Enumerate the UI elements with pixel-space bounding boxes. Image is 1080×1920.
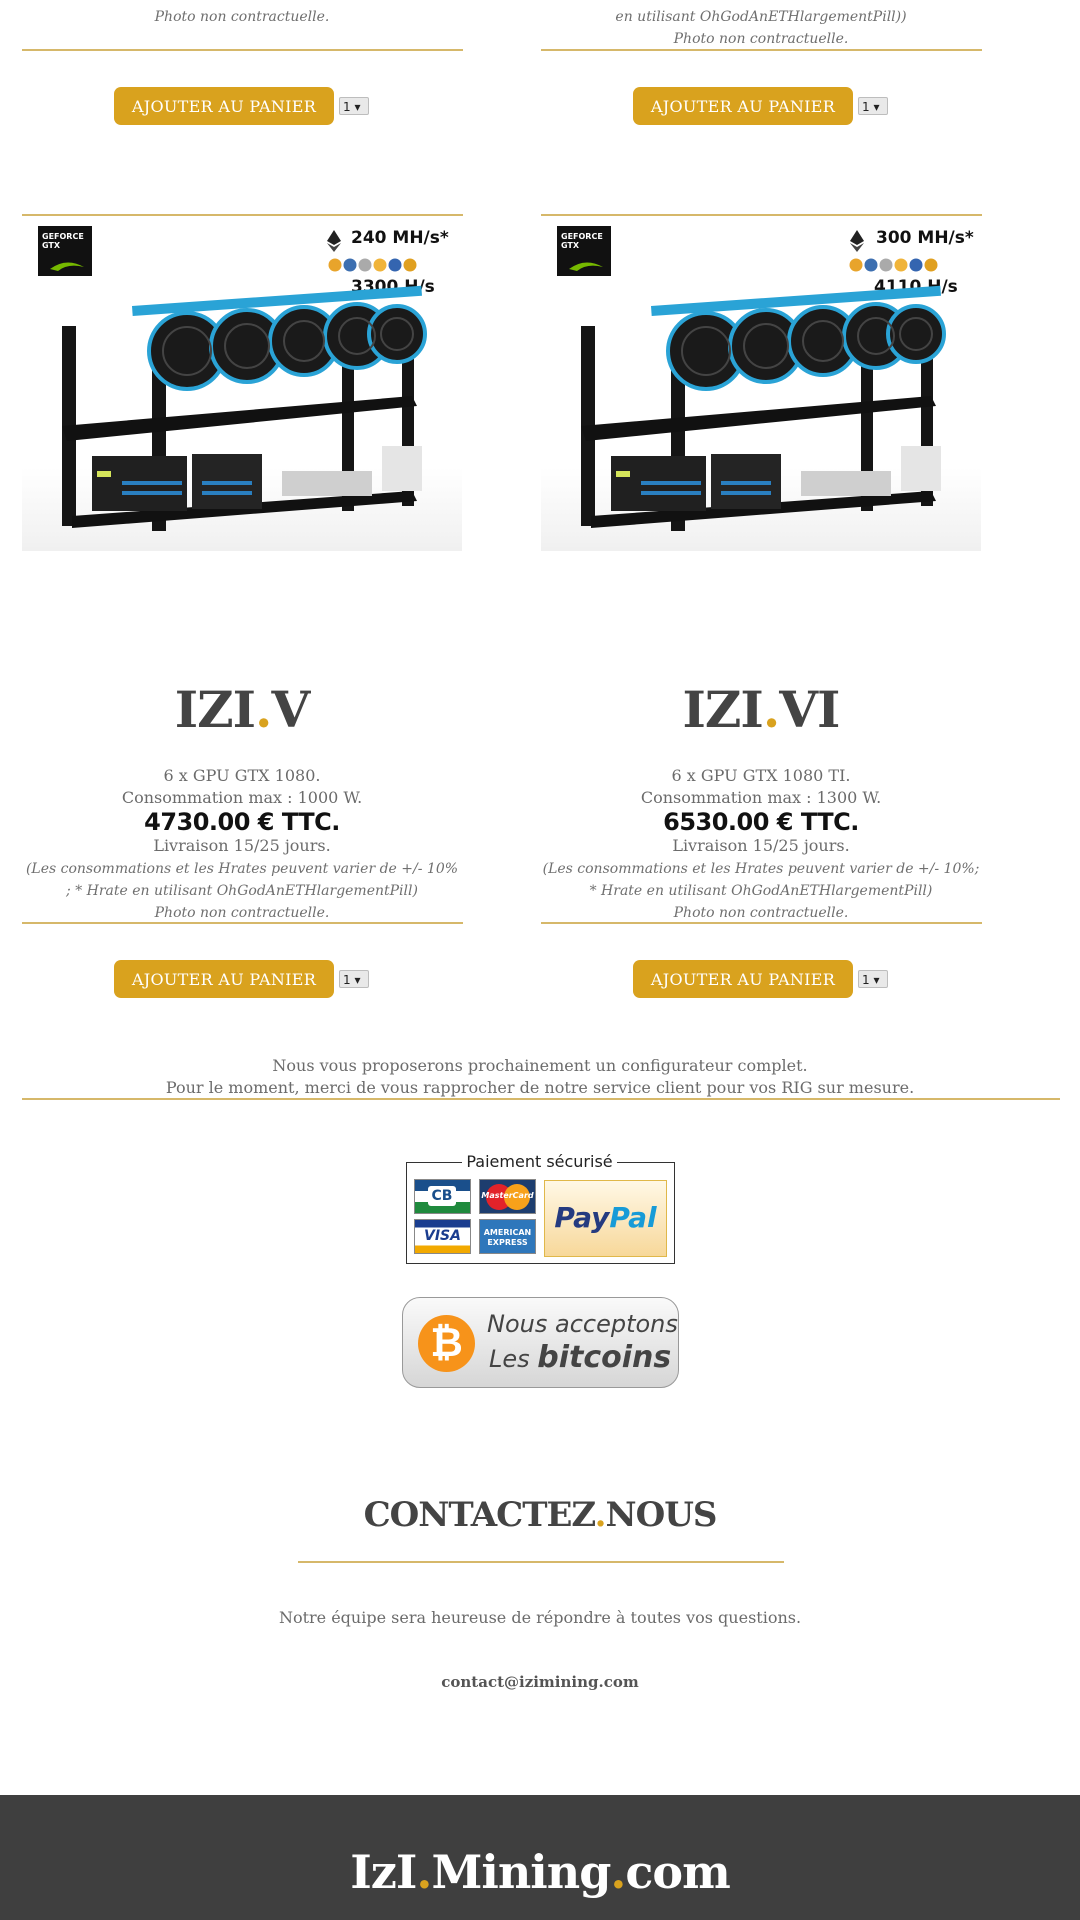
divider-contact — [298, 1561, 784, 1563]
divider-product-right — [541, 922, 982, 924]
product-photo-note: Photo non contractuelle. — [673, 905, 849, 921]
hashrate-eth: 240 MH/s* — [351, 228, 449, 248]
mining-rig-illustration — [581, 285, 946, 531]
quantity-select-prev-left[interactable]: 1 ▾ — [339, 97, 369, 115]
ethereum-icon — [850, 230, 864, 252]
configurator-line-2: Pour le moment, merci de vous rapprocher… — [165, 1078, 915, 1097]
footer: IzI.Mining.com — [0, 1795, 1080, 1920]
hashrate-eth: 300 MH/s* — [876, 228, 974, 248]
divider-top-right — [541, 49, 982, 51]
product-consumption: Consommation max : 1000 W. — [121, 788, 363, 807]
photo-note-top-left: Photo non contractuelle. — [154, 9, 330, 25]
bitcoin-line-1: Nous acceptons — [487, 1310, 678, 1338]
divider-product-left — [22, 922, 463, 924]
product-note: (Les consommations et les Hrates peuvent… — [542, 861, 980, 899]
ethereum-icon — [327, 230, 341, 252]
amex-icon: AMERICAN EXPRESS — [479, 1219, 536, 1254]
product-image-izi-vi: GEFORCE GTX 300 MH/s* 4110 H/s — [541, 216, 981, 551]
contact-email-link[interactable]: contact@izimining.com — [0, 1673, 1080, 1691]
quantity-select-prev-right[interactable]: 1 ▾ — [858, 97, 888, 115]
product-note: (Les consommations et les Hrates peuvent… — [25, 861, 459, 899]
bitcoin-line-2: Les bitcoins — [489, 1340, 672, 1375]
divider-full — [22, 1098, 1060, 1100]
divider-top-left — [22, 49, 463, 51]
add-to-cart-button-izi-v[interactable]: AJOUTER AU PANIER — [114, 960, 334, 998]
product-delivery: Livraison 15/25 jours. — [153, 836, 331, 855]
contact-text: Notre équipe sera heureuse de répondre à… — [278, 1608, 802, 1627]
quantity-select-izi-vi[interactable]: 1 ▾ — [858, 970, 888, 988]
note-tail-top-right: en utilisant OhGodAnETHlargementPill)) — [615, 9, 907, 25]
product-title-izi-v: IZI.V — [174, 680, 310, 739]
product-title-izi-vi: IZI.VI — [682, 680, 841, 739]
mining-rig-illustration — [62, 285, 427, 531]
visa-icon: VISA — [414, 1219, 471, 1254]
bitcoin-icon: ₿ — [418, 1315, 475, 1372]
mastercard-icon: MasterCard — [479, 1179, 536, 1214]
product-consumption: Consommation max : 1300 W. — [640, 788, 882, 807]
contact-title: CONTACTEZ.NOUS — [363, 1495, 718, 1535]
product-price: 4730.00 € TTC. — [144, 808, 340, 836]
add-to-cart-button-prev-right[interactable]: AJOUTER AU PANIER — [633, 87, 853, 125]
product-photo-note: Photo non contractuelle. — [154, 905, 330, 921]
photo-note-top-right: Photo non contractuelle. — [673, 31, 849, 47]
cb-card-icon: CB — [414, 1179, 471, 1214]
paypal-logo: PayPal — [544, 1180, 667, 1257]
product-gpus: 6 x GPU GTX 1080. — [163, 766, 321, 785]
product-price: 6530.00 € TTC. — [663, 808, 859, 836]
product-gpus: 6 x GPU GTX 1080 TI. — [671, 766, 851, 785]
footer-brand: IzI.Mining.com — [350, 1845, 731, 1899]
add-to-cart-button-prev-left[interactable]: AJOUTER AU PANIER — [114, 87, 334, 125]
product-delivery: Livraison 15/25 jours. — [672, 836, 850, 855]
product-image-izi-v: GEFORCE GTX 240 MH/s* 3300 H/s — [22, 216, 462, 551]
add-to-cart-button-izi-vi[interactable]: AJOUTER AU PANIER — [633, 960, 853, 998]
bitcoin-accepted-badge: ₿ Nous acceptons Les bitcoins — [402, 1297, 679, 1388]
secure-payment-box: Paiement sécurisé CB MasterCard VISA AME… — [406, 1152, 675, 1264]
quantity-select-izi-v[interactable]: 1 ▾ — [339, 970, 369, 988]
secure-payment-title: Paiement sécurisé — [462, 1152, 617, 1171]
configurator-line-1: Nous vous proposerons prochainement un c… — [272, 1056, 808, 1075]
